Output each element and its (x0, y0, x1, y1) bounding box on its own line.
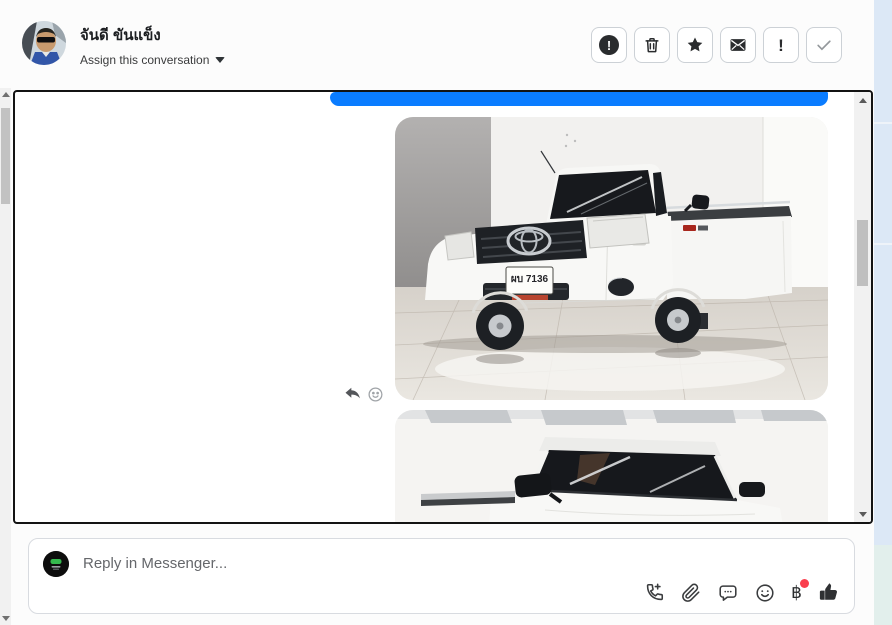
photo-message-truck-closeup[interactable] (395, 410, 828, 522)
conversation-thread: ผบ 7136 (13, 90, 873, 524)
check-icon (817, 40, 831, 51)
composer-toolbar: ฿ (643, 579, 840, 604)
react-smiley-icon[interactable] (367, 386, 384, 403)
right-panel-divider (874, 243, 892, 245)
paperclip-icon (682, 583, 700, 602)
scroll-down-icon[interactable] (0, 612, 11, 625)
contact-avatar-image (22, 21, 66, 65)
scroll-up-icon[interactable] (854, 92, 871, 108)
right-panel-edge-bottom (874, 545, 892, 625)
mark-spam-button[interactable]: ! (763, 27, 799, 63)
message-hover-actions (343, 384, 384, 404)
contact-name: จันดี ขันแข็ง (80, 27, 161, 44)
star-icon (687, 37, 703, 52)
create-call-link-button[interactable] (643, 582, 665, 604)
right-panel-edge (874, 0, 892, 545)
scroll-down-icon[interactable] (854, 506, 871, 522)
phone-plus-icon (646, 583, 664, 600)
page-logo (43, 551, 69, 577)
messenger-inbox-view: จันดี ขันแข็ง Assign this conversation ! (0, 0, 892, 625)
saved-replies-button[interactable] (717, 582, 739, 604)
report-button[interactable]: ! (591, 27, 627, 63)
page-scrollbar-thumb[interactable] (1, 108, 10, 204)
photo-message-truck[interactable]: ผบ 7136 (395, 117, 828, 400)
trash-icon (645, 38, 659, 53)
conversation-actions: ! ! (591, 27, 842, 63)
exclamation-icon: ! (778, 35, 784, 55)
conversation-scrollbar-thumb[interactable] (857, 220, 868, 286)
chevron-down-icon (215, 57, 226, 63)
assign-conversation-button[interactable]: Assign this conversation (80, 53, 226, 67)
scroll-up-icon[interactable] (0, 88, 11, 101)
thumbs-up-icon (819, 583, 837, 600)
conversation-scrollbar[interactable] (854, 92, 871, 522)
reply-input[interactable]: Reply in Messenger... (83, 555, 227, 572)
page-scrollbar[interactable] (0, 88, 11, 625)
follow-up-button[interactable] (677, 27, 713, 63)
contact-avatar (22, 21, 66, 65)
mark-done-button[interactable] (806, 27, 842, 63)
sent-message-bubble (330, 92, 828, 106)
notification-dot (800, 579, 809, 588)
like-button[interactable] (817, 581, 840, 604)
reply-icon[interactable] (343, 384, 363, 404)
emoji-button[interactable] (754, 582, 776, 604)
assign-conversation-label: Assign this conversation (80, 53, 210, 67)
right-panel-divider (874, 122, 892, 124)
attach-file-button[interactable] (680, 582, 702, 604)
page-avatar (43, 551, 69, 577)
smiley-icon (756, 583, 774, 602)
truck-closeup-photo (395, 410, 828, 522)
truck-photo: ผบ 7136 (395, 117, 828, 400)
mark-unread-button[interactable] (720, 27, 756, 63)
envelope-icon (730, 39, 746, 51)
reply-composer: Reply in Messenger... ฿ (28, 538, 855, 614)
comment-dots-icon (719, 584, 737, 601)
delete-button[interactable] (634, 27, 670, 63)
payment-button[interactable]: ฿ (791, 579, 809, 601)
exclamation-circle-icon: ! (599, 35, 619, 55)
license-plate-text: ผบ 7136 (511, 274, 549, 285)
